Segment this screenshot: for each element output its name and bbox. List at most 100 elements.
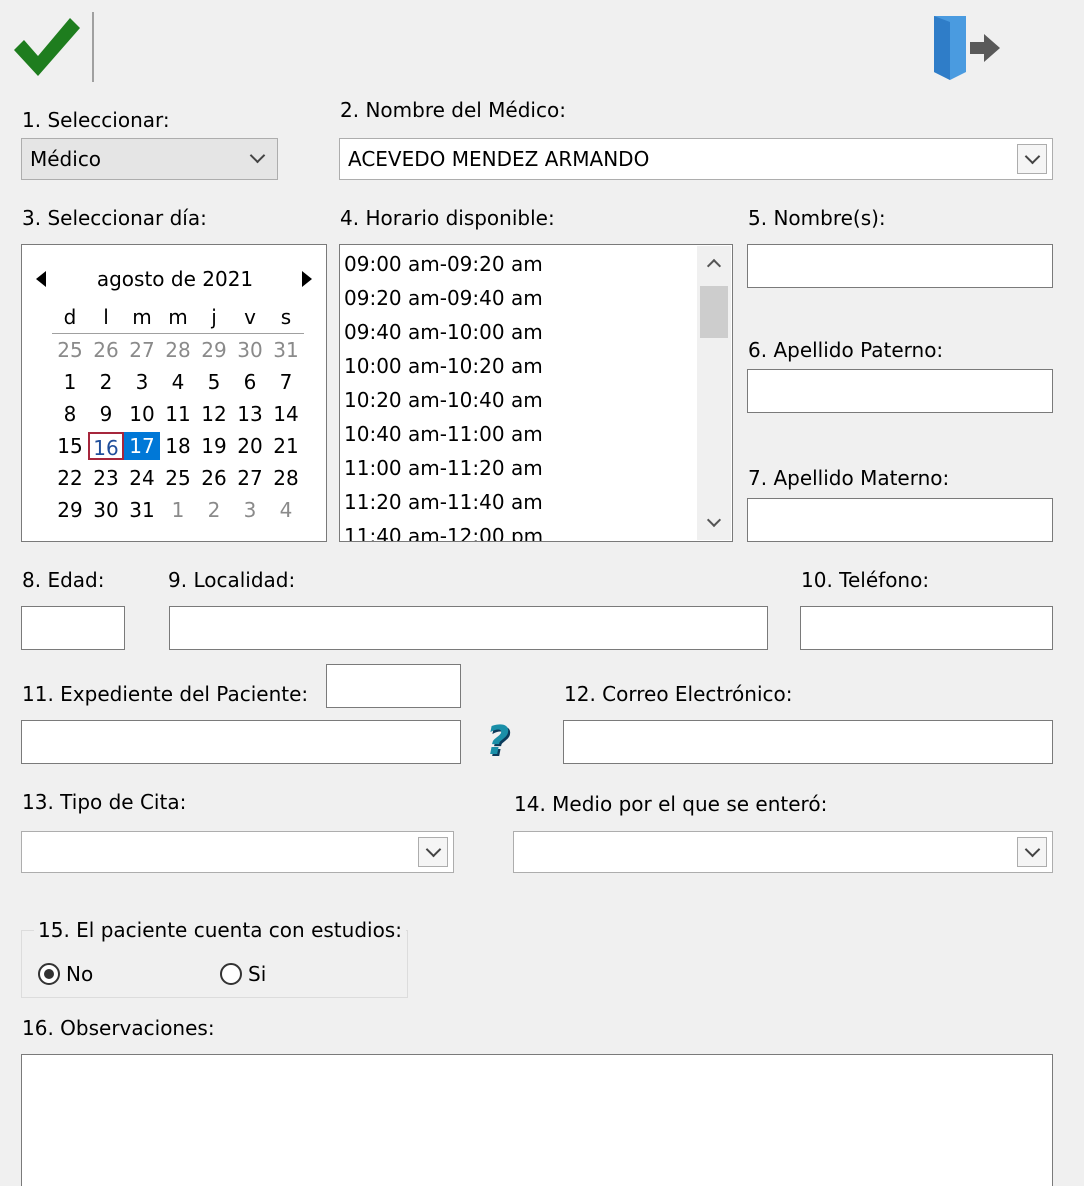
localidad-input[interactable] [169,606,768,650]
apellido-paterno-label: 6. Apellido Paterno: [748,338,944,362]
calendar-day[interactable]: 2 [88,368,124,396]
observaciones-label: 16. Observaciones: [22,1016,215,1040]
calendar-day[interactable]: 14 [268,400,304,428]
calendar-day[interactable]: 23 [88,464,124,492]
calendar-day[interactable]: 19 [196,432,232,460]
chevron-down-icon [1024,841,1040,858]
calendar-week: 8 9 10 11 12 13 14 [52,398,304,430]
calendar-day[interactable]: 26 [196,464,232,492]
calendar-day[interactable]: 6 [232,368,268,396]
telefono-label: 10. Teléfono: [801,568,930,592]
radio-si[interactable]: Si [220,962,266,986]
correo-input[interactable] [563,720,1053,764]
calendar-day[interactable]: 3 [124,368,160,396]
radio-no-label: No [66,962,94,986]
calendar-day[interactable]: 21 [268,432,304,460]
scroll-down-icon[interactable] [697,506,731,540]
calendar-day[interactable]: 28 [160,336,196,364]
calendar-day[interactable]: 25 [160,464,196,492]
calendar-day[interactable]: 29 [52,496,88,524]
calendar-day[interactable]: 24 [124,464,160,492]
calendar-day[interactable]: 4 [160,368,196,396]
list-item[interactable]: 10:40 am-11:00 am [340,417,543,451]
tipo-cita-dropdown-button[interactable] [418,837,448,867]
list-item[interactable]: 11:00 am-11:20 am [340,451,543,485]
list-item[interactable]: 09:40 am-10:00 am [340,315,543,349]
horario-items: 09:00 am-09:20 am 09:20 am-09:40 am 09:4… [340,247,543,541]
radio-si-indicator[interactable] [220,963,242,985]
list-item[interactable]: 10:20 am-10:40 am [340,383,543,417]
calendar-day[interactable]: 7 [268,368,304,396]
seleccionar-value: Médico [30,147,102,171]
calendar-day[interactable]: 27 [124,336,160,364]
nombres-input[interactable] [747,244,1053,288]
calendar-day[interactable]: 11 [160,400,196,428]
apellido-materno-input[interactable] [747,498,1053,542]
radio-no-indicator[interactable] [38,963,60,985]
calendar-day[interactable]: 1 [160,496,196,524]
medio-combo[interactable] [513,831,1053,873]
calendar-day-today[interactable]: 16 [88,432,124,460]
calendar-day[interactable]: 4 [268,496,304,524]
exit-button[interactable] [930,12,1002,82]
calendar-day[interactable]: 28 [268,464,304,492]
weekday: d [63,305,77,329]
medio-dropdown-button[interactable] [1017,837,1047,867]
calendar-day[interactable]: 3 [232,496,268,524]
weekday: s [280,305,292,329]
expediente-input[interactable] [21,720,461,764]
confirm-button[interactable] [10,12,82,82]
calendar-day[interactable]: 20 [232,432,268,460]
calendar-day[interactable]: 9 [88,400,124,428]
list-item[interactable]: 10:00 am-10:20 am [340,349,543,383]
list-item[interactable]: 09:20 am-09:40 am [340,281,543,315]
calendar-day[interactable]: 13 [232,400,268,428]
calendar-day[interactable]: 25 [52,336,88,364]
telefono-input[interactable] [800,606,1053,650]
calendar-day[interactable]: 29 [196,336,232,364]
weekday: v [244,305,256,329]
scroll-thumb[interactable] [700,286,728,338]
calendar-day[interactable]: 22 [52,464,88,492]
calendar-next-icon[interactable] [302,271,312,287]
apellido-paterno-input[interactable] [747,369,1053,413]
calendar-week: 22 23 24 25 26 27 28 [52,462,304,494]
radio-no[interactable]: No [38,962,93,986]
calendar[interactable]: agosto de 2021 d l m m j v s 25 26 27 28… [21,244,327,542]
calendar-day[interactable]: 1 [52,368,88,396]
calendar-day[interactable]: 5 [196,368,232,396]
calendar-day[interactable]: 8 [52,400,88,428]
horario-scrollbar[interactable] [697,246,731,540]
calendar-day[interactable]: 26 [88,336,124,364]
expediente-label: 11. Expediente del Paciente: [22,682,309,706]
calendar-day[interactable]: 31 [268,336,304,364]
calendar-day[interactable]: 27 [232,464,268,492]
calendar-grid: d l m m j v s 25 26 27 28 29 30 31 1 2 3… [52,301,304,526]
tipo-cita-combo[interactable] [21,831,454,873]
calendar-day[interactable]: 30 [232,336,268,364]
nombre-medico-combo[interactable]: ACEVEDO MENDEZ ARMANDO [339,138,1053,180]
calendar-day[interactable]: 2 [196,496,232,524]
nombre-medico-dropdown-button[interactable] [1017,144,1047,174]
calendar-day[interactable]: 10 [124,400,160,428]
edad-input[interactable] [21,606,125,650]
scroll-up-icon[interactable] [697,246,731,280]
help-icon[interactable]: ? [486,718,509,764]
horario-listbox[interactable]: 09:00 am-09:20 am 09:20 am-09:40 am 09:4… [339,244,733,542]
calendar-day-selected[interactable]: 17 [124,432,160,460]
calendar-day[interactable]: 31 [124,496,160,524]
calendar-title[interactable]: agosto de 2021 [22,267,328,291]
list-item[interactable]: 11:40 am-12:00 pm [340,519,543,541]
list-item[interactable]: 09:00 am-09:20 am [340,247,543,281]
observaciones-textarea[interactable] [21,1054,1053,1186]
calendar-day[interactable]: 15 [52,432,88,460]
radio-si-label: Si [248,962,267,986]
seleccionar-combo[interactable]: Médico [21,138,278,180]
list-item[interactable]: 11:20 am-11:40 am [340,485,543,519]
medio-label: 14. Medio por el que se enteró: [514,792,828,816]
calendar-day[interactable]: 12 [196,400,232,428]
expediente-short-input[interactable] [326,664,461,708]
calendar-day[interactable]: 18 [160,432,196,460]
estudios-label: 15. El paciente cuenta con estudios: [34,918,406,942]
calendar-day[interactable]: 30 [88,496,124,524]
